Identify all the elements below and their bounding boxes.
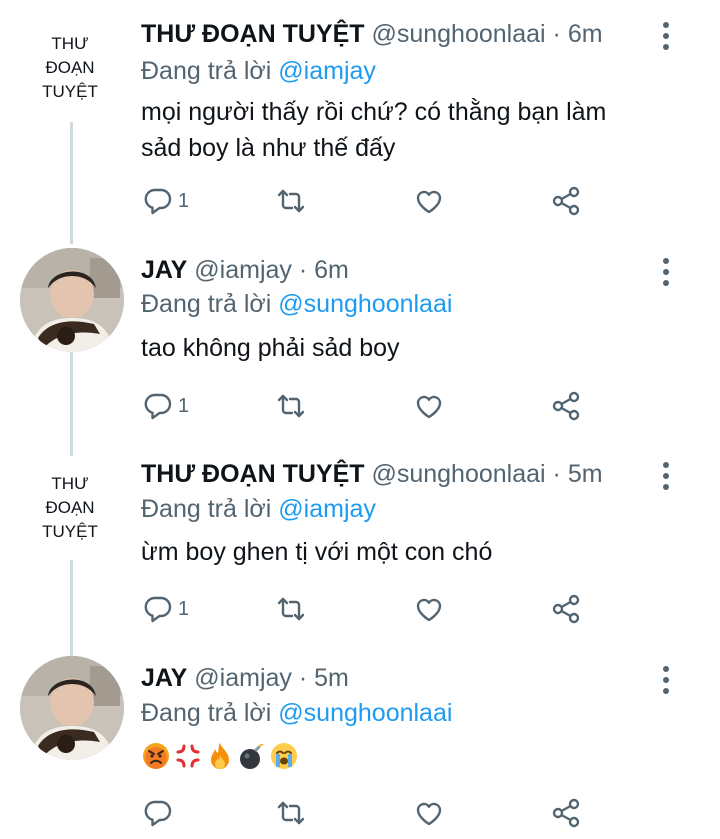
share-button[interactable] — [550, 796, 582, 830]
reply-button[interactable] — [142, 796, 178, 830]
heart-icon — [416, 598, 442, 622]
reply-button[interactable]: 1 — [142, 389, 189, 423]
replying-to-label: Đang trả lời — [141, 699, 272, 727]
retweet-icon — [277, 597, 305, 621]
tweet-emojis — [141, 741, 299, 771]
avatar[interactable] — [20, 248, 124, 352]
heart-icon — [416, 190, 442, 214]
separator-dot: · — [298, 664, 308, 692]
replying-to-label: Đang trả lời — [141, 290, 272, 318]
display-name[interactable]: THƯ ĐOẠN TUYỆT — [141, 460, 365, 488]
retweet-icon — [277, 189, 305, 213]
mention-link[interactable]: @sunghoonlaai — [278, 699, 452, 727]
replying-to-label: Đang trả lời — [141, 57, 272, 85]
like-button[interactable] — [413, 184, 445, 218]
reply-icon — [144, 188, 172, 215]
more-vertical-icon[interactable] — [658, 22, 674, 50]
tweet-header: THƯ ĐOẠN TUYỆT @sunghoonlaai · 6m — [141, 19, 660, 49]
tweet-text: mọi người thấy rồi chứ? có thằng bạn làm… — [141, 94, 680, 166]
replying-to: Đang trả lời @iamjay — [141, 494, 376, 524]
separator-dot: · — [552, 460, 561, 488]
share-icon — [552, 798, 580, 828]
tweet-header: THƯ ĐOẠN TUYỆT @sunghoonlaai · 5m — [141, 459, 660, 489]
retweet-button[interactable] — [275, 592, 307, 626]
timestamp[interactable]: 6m — [568, 20, 603, 48]
user-handle[interactable]: @iamjay — [194, 256, 292, 284]
share-icon — [552, 594, 580, 624]
avatar-text-line: TUYỆT — [42, 82, 98, 101]
thread-line — [70, 560, 73, 656]
avatar[interactable] — [20, 656, 124, 760]
anger-symbol-icon — [176, 744, 200, 768]
avatar[interactable]: THƯ ĐOẠN TUYỆT — [22, 472, 118, 544]
avatar[interactable]: THƯ ĐOẠN TUYỆT — [22, 32, 118, 104]
like-button[interactable] — [413, 592, 445, 626]
avatar-photo-image — [20, 656, 124, 760]
share-button[interactable] — [550, 184, 582, 218]
tweet-text-line: sảd boy là như thế đấy — [141, 134, 396, 162]
mention-link[interactable]: @iamjay — [278, 495, 376, 523]
tweet-header: JAY @iamjay · 5m — [141, 663, 660, 693]
thread-line — [70, 346, 73, 456]
like-button[interactable] — [413, 389, 445, 423]
mention-link[interactable]: @sunghoonlaai — [278, 290, 452, 318]
share-button[interactable] — [550, 592, 582, 626]
more-vertical-icon[interactable] — [658, 462, 674, 490]
bomb-icon — [240, 743, 264, 769]
tweet-text-line: ừm boy ghen tị với một con chó — [141, 538, 493, 566]
mention-link[interactable]: @iamjay — [278, 57, 376, 85]
reply-count: 1 — [178, 189, 190, 212]
separator-dot: · — [298, 256, 308, 284]
avatar-text-line: ĐOẠN — [45, 58, 95, 77]
reply-button[interactable]: 1 — [142, 592, 189, 626]
share-button[interactable] — [550, 389, 582, 423]
separator-dot: · — [552, 20, 561, 48]
share-icon — [552, 186, 580, 216]
replying-to: Đang trả lời @sunghoonlaai — [141, 698, 452, 728]
avatar-text-line: ĐOẠN — [45, 498, 95, 517]
loudly-crying-face-icon — [271, 743, 297, 769]
timestamp[interactable]: 5m — [314, 664, 349, 692]
retweet-button[interactable] — [275, 389, 307, 423]
tweet-text-line: mọi người thấy rồi chứ? có thằng bạn làm — [141, 98, 607, 126]
tweet-text: tao không phải sảd boy — [141, 330, 680, 366]
tweet-header: JAY @iamjay · 6m — [141, 255, 660, 285]
user-handle[interactable]: @iamjay — [194, 664, 292, 692]
avatar-photo-image — [20, 248, 124, 352]
heart-icon — [416, 802, 442, 826]
display-name[interactable]: JAY — [141, 256, 187, 284]
avatar-text-line: THƯ — [51, 474, 89, 493]
retweet-icon — [277, 394, 305, 418]
avatar-text-line: TUYỆT — [42, 522, 98, 541]
tweet-text: ừm boy ghen tị với một con chó — [141, 534, 680, 570]
thread-line — [70, 122, 73, 244]
user-handle[interactable]: @sunghoonlaai — [371, 460, 545, 488]
more-vertical-icon[interactable] — [658, 258, 674, 286]
retweet-button[interactable] — [275, 796, 307, 830]
reply-count: 1 — [178, 394, 190, 417]
reply-count: 1 — [178, 597, 190, 620]
like-button[interactable] — [413, 796, 445, 830]
replying-to-label: Đang trả lời — [141, 495, 272, 523]
reply-icon — [144, 596, 172, 623]
more-vertical-icon[interactable] — [658, 666, 674, 694]
reply-button[interactable]: 1 — [142, 184, 189, 218]
replying-to: Đang trả lời @sunghoonlaai — [141, 289, 452, 319]
user-handle[interactable]: @sunghoonlaai — [371, 20, 545, 48]
reply-icon — [144, 393, 172, 420]
angry-face-icon — [143, 743, 169, 769]
replying-to: Đang trả lời @iamjay — [141, 56, 376, 86]
share-icon — [552, 391, 580, 421]
fire-icon — [211, 743, 229, 769]
avatar-text-line: THƯ — [51, 34, 89, 53]
timestamp[interactable]: 6m — [314, 256, 349, 284]
tweet-text-line: tao không phải sảd boy — [141, 334, 400, 362]
display-name[interactable]: JAY — [141, 664, 187, 692]
timestamp[interactable]: 5m — [568, 460, 603, 488]
reply-icon — [144, 800, 172, 827]
retweet-button[interactable] — [275, 184, 307, 218]
display-name[interactable]: THƯ ĐOẠN TUYỆT — [141, 20, 365, 48]
retweet-icon — [277, 801, 305, 825]
heart-icon — [416, 395, 442, 419]
